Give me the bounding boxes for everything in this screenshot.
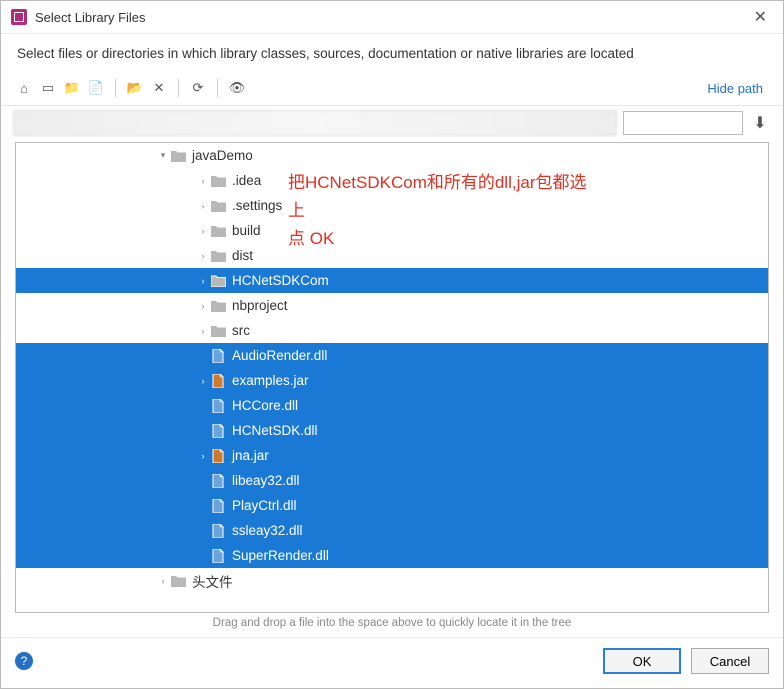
home-icon[interactable]: ⌂ bbox=[13, 77, 35, 99]
tree-folder[interactable]: ›HCNetSDKCom bbox=[16, 268, 768, 293]
ok-button[interactable]: OK bbox=[603, 648, 681, 674]
file-tree[interactable]: ▾javaDemo›.idea›.settings›build›dist›HCN… bbox=[15, 142, 769, 613]
delete-icon[interactable]: ✕ bbox=[148, 77, 170, 99]
tree-file[interactable]: ›examples.jar bbox=[16, 368, 768, 393]
drag-hint: Drag and drop a file into the space abov… bbox=[1, 613, 783, 637]
tree-folder[interactable]: ›build bbox=[16, 218, 768, 243]
tree-file[interactable]: ›jna.jar bbox=[16, 443, 768, 468]
tree-folder-root[interactable]: ▾javaDemo bbox=[16, 143, 768, 168]
path-breadcrumb[interactable] bbox=[13, 110, 617, 136]
separator bbox=[178, 79, 179, 97]
locate-icon[interactable]: 📂 bbox=[124, 77, 146, 99]
tree-file[interactable]: HCNetSDK.dll bbox=[16, 418, 768, 443]
tree-folder-more[interactable]: ›头文件 bbox=[16, 568, 768, 593]
hide-path-link[interactable]: Hide path bbox=[707, 81, 771, 96]
help-icon[interactable]: ? bbox=[15, 652, 33, 670]
tree-file[interactable]: PlayCtrl.dll bbox=[16, 493, 768, 518]
separator bbox=[217, 79, 218, 97]
app-icon bbox=[11, 9, 27, 25]
path-row: ⬇ bbox=[1, 106, 783, 142]
cancel-button[interactable]: Cancel bbox=[691, 648, 769, 674]
path-input[interactable] bbox=[623, 111, 743, 135]
new-folder-icon[interactable]: 📁 bbox=[61, 77, 83, 99]
toolbar: ⌂ ▭ 📁 📄 📂 ✕ ⟳ 👁 Hide path bbox=[1, 73, 783, 106]
tree-file[interactable]: libeay32.dll bbox=[16, 468, 768, 493]
project-icon[interactable]: ▭ bbox=[37, 77, 59, 99]
tree-folder[interactable]: ›dist bbox=[16, 243, 768, 268]
close-icon[interactable]: ✕ bbox=[748, 7, 773, 27]
tree-folder[interactable]: ›.idea bbox=[16, 168, 768, 193]
separator bbox=[115, 79, 116, 97]
dialog: Select Library Files ✕ Select files or d… bbox=[0, 0, 784, 689]
show-hidden-icon[interactable]: 👁 bbox=[226, 77, 248, 99]
tree-folder[interactable]: ›src bbox=[16, 318, 768, 343]
copy-icon: 📄 bbox=[85, 77, 107, 99]
tree-file[interactable]: AudioRender.dll bbox=[16, 343, 768, 368]
window-title: Select Library Files bbox=[35, 10, 748, 25]
tree-folder[interactable]: ›.settings bbox=[16, 193, 768, 218]
download-icon[interactable]: ⬇ bbox=[749, 112, 771, 134]
footer: ? OK Cancel bbox=[1, 637, 783, 688]
tree-file[interactable]: ssleay32.dll bbox=[16, 518, 768, 543]
tree-file[interactable]: SuperRender.dll bbox=[16, 543, 768, 568]
refresh-icon[interactable]: ⟳ bbox=[187, 77, 209, 99]
tree-file[interactable]: HCCore.dll bbox=[16, 393, 768, 418]
titlebar: Select Library Files ✕ bbox=[1, 1, 783, 34]
dialog-subtitle: Select files or directories in which lib… bbox=[1, 34, 783, 73]
tree-folder[interactable]: ›nbproject bbox=[16, 293, 768, 318]
